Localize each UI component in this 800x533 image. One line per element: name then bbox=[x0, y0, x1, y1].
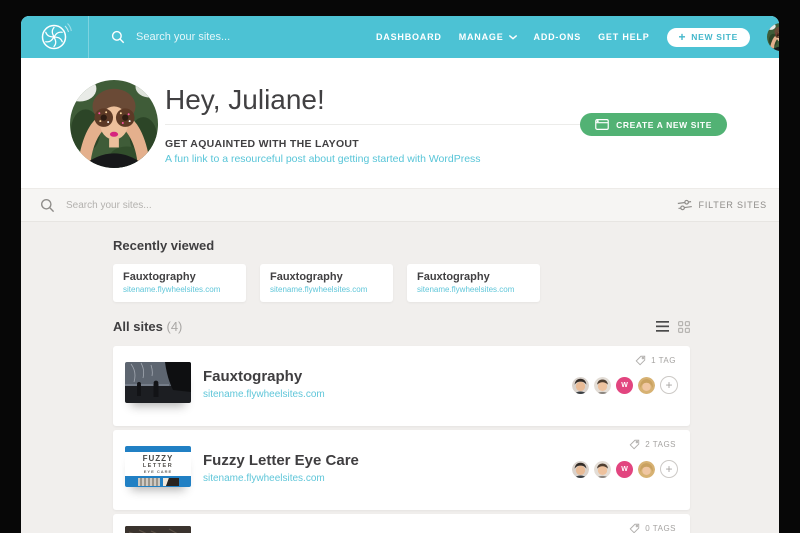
site-search-input[interactable] bbox=[66, 200, 366, 211]
site-rows: Fauxtography sitename.flywheelsites.com … bbox=[113, 346, 779, 533]
site-url-link[interactable]: sitename.flywheelsites.com bbox=[203, 473, 325, 484]
site-row-fuzzy-letter[interactable]: FUZZY LETTER EYE CARE Fuzzy Letter Eye C… bbox=[113, 430, 690, 510]
navbar-search bbox=[89, 16, 376, 58]
recent-site-card[interactable]: Fauxtography sitename.flywheelsites.com bbox=[407, 264, 540, 302]
site-name[interactable]: Fauxtography bbox=[203, 368, 302, 385]
greeting-heading: Hey, Juliane! bbox=[165, 84, 325, 116]
plus-icon: + bbox=[679, 31, 687, 43]
nav-item-dashboard[interactable]: DASHBOARD bbox=[376, 32, 442, 42]
collaborator-avatar[interactable] bbox=[638, 461, 655, 478]
site-name[interactable]: Fuzzy Letter Eye Care bbox=[203, 452, 359, 469]
recently-viewed-heading: Recently viewed bbox=[113, 238, 779, 253]
add-collaborator-button[interactable]: + bbox=[660, 460, 678, 478]
search-icon bbox=[111, 30, 125, 44]
list-view-toggle[interactable] bbox=[656, 321, 669, 332]
hero-divider bbox=[165, 124, 614, 125]
collaborator-photo bbox=[638, 377, 655, 394]
profile-avatar-image bbox=[70, 80, 158, 168]
tag-badge[interactable]: 2 TAGS bbox=[629, 439, 676, 450]
thumb-text-line: EYE CARE bbox=[125, 469, 191, 474]
collaborator-avatars: W + bbox=[572, 376, 678, 394]
collaborator-avatar[interactable] bbox=[594, 377, 611, 394]
navbar-menu: DASHBOARD MANAGE ADD-ONS GET HELP + NEW … bbox=[376, 16, 779, 58]
chevron-down-icon bbox=[509, 35, 517, 40]
profile-avatar bbox=[70, 80, 158, 168]
tag-icon bbox=[629, 439, 640, 450]
flywheel-logo[interactable] bbox=[21, 16, 89, 58]
view-toggles bbox=[656, 321, 690, 333]
hero-section: Hey, Juliane! GET AQUAINTED WITH THE LAY… bbox=[21, 58, 779, 188]
tag-icon bbox=[635, 355, 646, 366]
site-search-bar: FILTER SITES bbox=[21, 188, 779, 222]
all-sites-header: All sites (4) bbox=[113, 319, 690, 334]
recent-site-card[interactable]: Fauxtography sitename.flywheelsites.com bbox=[260, 264, 393, 302]
app-window: DASHBOARD MANAGE ADD-ONS GET HELP + NEW … bbox=[21, 16, 779, 533]
collaborator-photo bbox=[594, 461, 611, 478]
site-name: Fauxtography bbox=[123, 271, 238, 283]
user-avatar[interactable] bbox=[767, 23, 779, 51]
flywheel-logo-icon bbox=[38, 20, 72, 54]
tip-link[interactable]: A fun link to a resourceful post about g… bbox=[165, 153, 481, 165]
site-url-link[interactable]: sitename.flywheelsites.com bbox=[417, 285, 532, 294]
tag-badge[interactable]: 1 TAG bbox=[635, 355, 676, 366]
top-navbar: DASHBOARD MANAGE ADD-ONS GET HELP + NEW … bbox=[21, 16, 779, 58]
recently-viewed-cards: Fauxtography sitename.flywheelsites.com … bbox=[113, 264, 779, 302]
fuzzy-thumbnail-image: FUZZY LETTER EYE CARE bbox=[125, 446, 191, 487]
navbar-search-input[interactable] bbox=[136, 31, 376, 43]
filter-sites-button[interactable]: FILTER SITES bbox=[678, 199, 767, 211]
collaborator-photo bbox=[638, 461, 655, 478]
site-thumbnail[interactable] bbox=[125, 526, 191, 533]
thumb-header-bar bbox=[125, 446, 191, 452]
site-card-icon bbox=[595, 119, 609, 130]
collaborator-initial-badge[interactable]: W bbox=[616, 461, 633, 478]
user-avatar-image bbox=[767, 23, 779, 51]
site-row-partial[interactable]: 0 TAGS bbox=[113, 514, 690, 533]
nav-item-manage[interactable]: MANAGE bbox=[459, 32, 517, 42]
thumb-photo bbox=[138, 478, 160, 486]
collaborator-avatar[interactable] bbox=[638, 377, 655, 394]
search-icon bbox=[40, 198, 55, 213]
site-url-link[interactable]: sitename.flywheelsites.com bbox=[270, 285, 385, 294]
collaborator-photo bbox=[594, 377, 611, 394]
nav-item-addons[interactable]: ADD-ONS bbox=[534, 32, 582, 42]
dark-thumbnail-image bbox=[125, 526, 191, 533]
collaborator-avatar[interactable] bbox=[594, 461, 611, 478]
list-view-icon bbox=[656, 321, 669, 332]
site-name: Fauxtography bbox=[417, 271, 532, 283]
thumb-photo bbox=[163, 478, 179, 486]
site-name: Fauxtography bbox=[270, 271, 385, 283]
tag-badge[interactable]: 0 TAGS bbox=[629, 523, 676, 533]
site-thumbnail[interactable]: FUZZY LETTER EYE CARE bbox=[125, 446, 191, 487]
site-thumbnail[interactable] bbox=[125, 362, 191, 403]
collaborator-avatar[interactable] bbox=[572, 377, 589, 394]
thumb-text-line: FUZZY bbox=[125, 454, 191, 463]
all-sites-count: (4) bbox=[166, 319, 182, 334]
collaborator-photo bbox=[572, 461, 589, 478]
tip-heading: GET AQUAINTED WITH THE LAYOUT bbox=[165, 138, 359, 150]
tag-icon bbox=[629, 523, 640, 533]
site-row-fauxtography[interactable]: Fauxtography sitename.flywheelsites.com … bbox=[113, 346, 690, 426]
collaborator-avatar[interactable] bbox=[572, 461, 589, 478]
collaborator-initial-badge[interactable]: W bbox=[616, 377, 633, 394]
collaborator-avatars: W + bbox=[572, 460, 678, 478]
site-url-link[interactable]: sitename.flywheelsites.com bbox=[123, 285, 238, 294]
collaborator-photo bbox=[572, 377, 589, 394]
grid-view-icon bbox=[678, 321, 690, 333]
fauxtography-thumbnail-image bbox=[125, 362, 191, 403]
grid-view-toggle[interactable] bbox=[678, 321, 690, 333]
nav-item-gethelp[interactable]: GET HELP bbox=[598, 32, 649, 42]
all-sites-heading: All sites bbox=[113, 319, 163, 334]
thumb-footer-bar bbox=[125, 476, 191, 487]
main-content: Recently viewed Fauxtography sitename.fl… bbox=[21, 222, 779, 533]
create-site-button[interactable]: CREATE A NEW SITE bbox=[580, 113, 727, 136]
site-url-link[interactable]: sitename.flywheelsites.com bbox=[203, 389, 325, 400]
filter-sliders-icon bbox=[677, 198, 693, 212]
add-collaborator-button[interactable]: + bbox=[660, 376, 678, 394]
new-site-button[interactable]: + NEW SITE bbox=[667, 28, 750, 47]
recent-site-card[interactable]: Fauxtography sitename.flywheelsites.com bbox=[113, 264, 246, 302]
